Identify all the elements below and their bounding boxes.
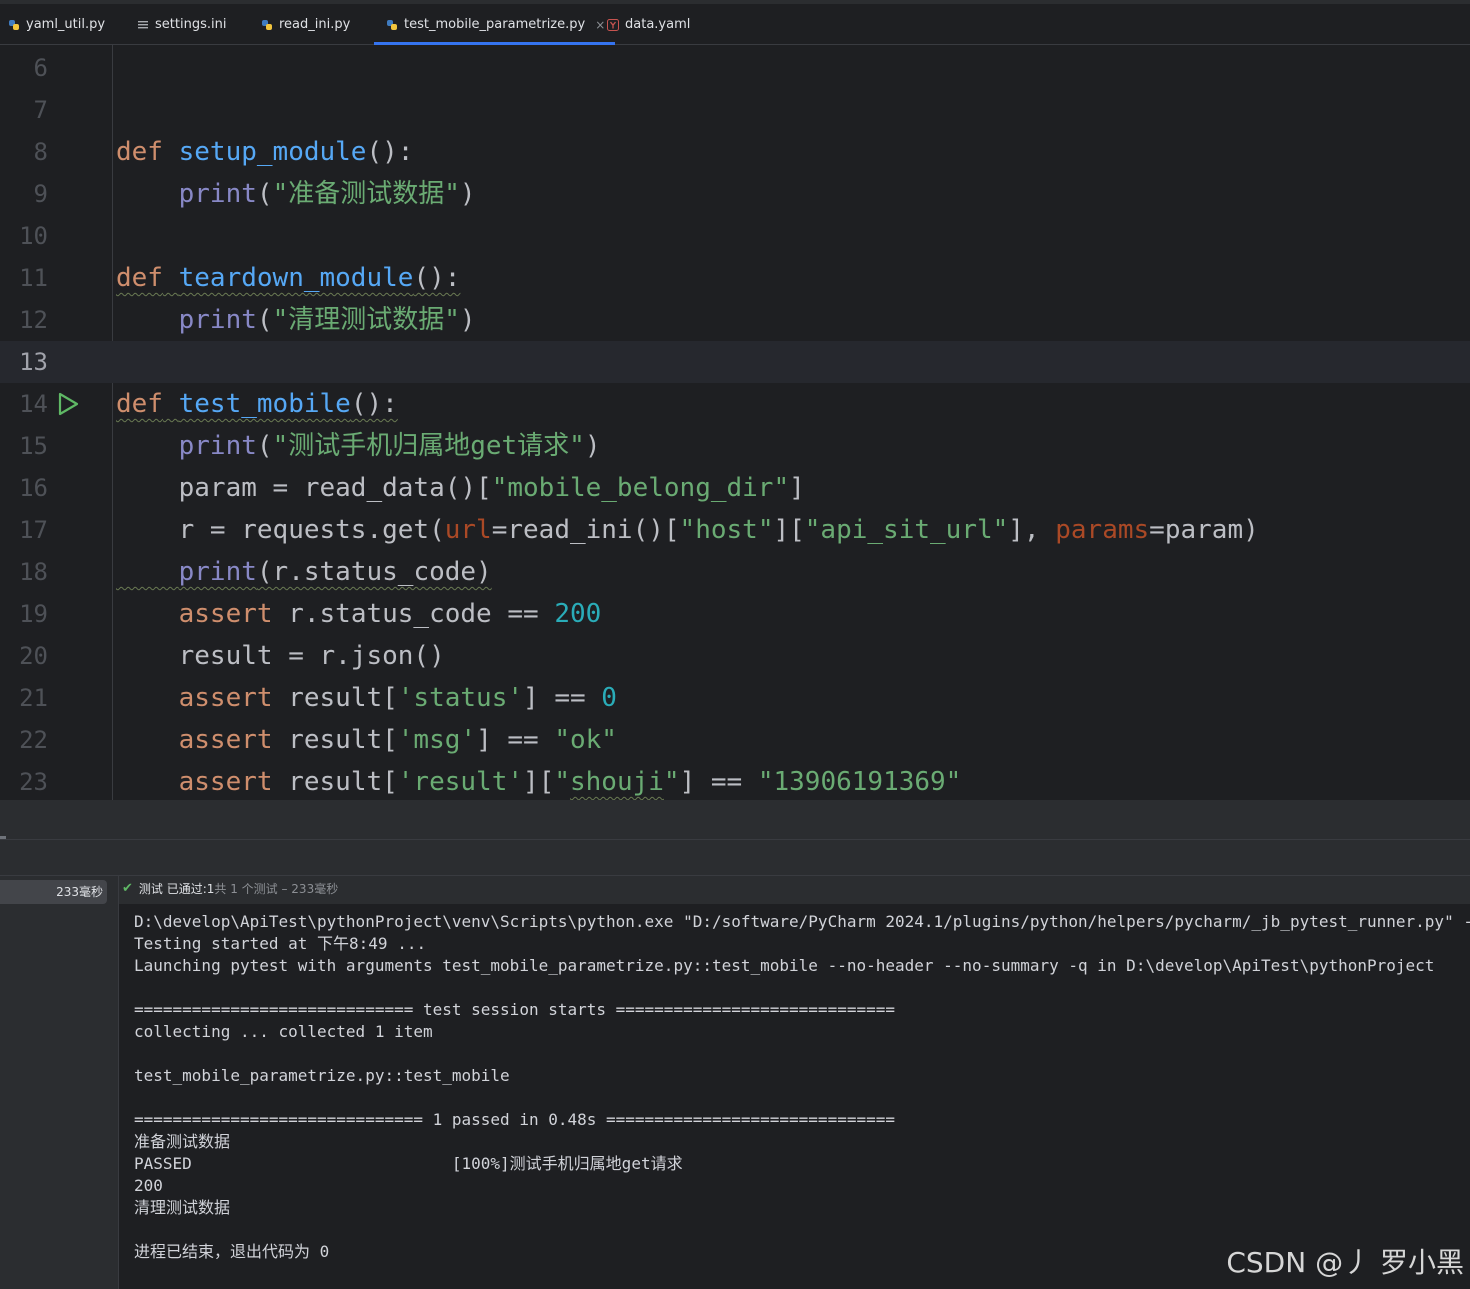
csdn-watermark: CSDN @丿 罗小黑 [1226, 1246, 1464, 1279]
line-number: 7 [33, 96, 48, 124]
line-number: 17 [19, 516, 48, 544]
line-number: 18 [19, 558, 48, 586]
code-text: def teardown_module(): [116, 263, 461, 293]
code-text: assert r.status_code == 200 [178, 599, 602, 629]
line-number: 22 [19, 726, 48, 754]
test-duration: 233毫秒 [56, 885, 103, 899]
tab-label: yaml_util.py [26, 17, 106, 32]
code-text: def setup_module(): [116, 137, 414, 167]
tab-label: test_mobile_parametrize.py [404, 17, 586, 32]
line-number: 15 [19, 432, 48, 460]
code-editor[interactable]: 6 7 8 def setup_module(): 9 print("准备测试数… [0, 45, 1470, 800]
code-line: 15 print("测试手机归属地get请求") [0, 425, 1470, 467]
code-text: assert result['msg'] == "ok" [178, 725, 617, 755]
code-text: print("准备测试数据") [178, 179, 476, 209]
console-line: Launching pytest with arguments test_mob… [134, 956, 1435, 975]
test-tree-item[interactable]: 233毫秒 [0, 880, 107, 904]
code-text: print("清理测试数据") [178, 305, 476, 335]
code-line: 12 print("清理测试数据") [0, 299, 1470, 341]
console-output[interactable]: D:\develop\ApiTest\pythonProject\venv\Sc… [119, 904, 1470, 1289]
line-number: 21 [19, 684, 48, 712]
ini-file-icon [138, 20, 148, 28]
console-line: ============================== 1 passed … [134, 1110, 895, 1129]
code-line: 20 result = r.json() [0, 635, 1470, 677]
console-line: 200 [134, 1176, 163, 1195]
console-line: PASSED [100%]测试手机归属地get请求 [134, 1154, 683, 1173]
python-icon [9, 19, 19, 30]
code-line: 8 def setup_module(): [0, 131, 1470, 173]
test-status-bar: ✔ 测试 已通过: 1 共 1 个测试 – 233毫秒 [122, 876, 338, 902]
code-line: 14 def test_mobile(): [0, 383, 1470, 425]
code-line: 23 assert result['result']["shouji"] == … [0, 761, 1470, 800]
code-line: 22 assert result['msg'] == "ok" [0, 719, 1470, 761]
code-text: print("测试手机归属地get请求") [178, 431, 601, 461]
code-line: 17 r = requests.get(url=read_ini()["host… [0, 509, 1470, 551]
tab-read-ini[interactable]: read_ini.py [261, 4, 350, 45]
code-text: def test_mobile(): [116, 389, 398, 419]
code-text: assert result['result']["shouji"] == "13… [178, 767, 962, 797]
code-line: 19 assert r.status_code == 200 [0, 593, 1470, 635]
run-test-icon[interactable] [56, 392, 80, 416]
close-icon[interactable]: × [595, 18, 605, 32]
line-number: 14 [19, 390, 48, 418]
tab-data-yaml[interactable]: data.yaml [607, 4, 690, 45]
code-line: 7 [0, 89, 1470, 131]
code-text: r = requests.get(url=read_ini()["host"][… [178, 515, 1259, 545]
console-line: 准备测试数据 [134, 1132, 231, 1151]
code-line: 18 print(r.status_code) [0, 551, 1470, 593]
run-tool-window: 233毫秒 ✔ 测试 已通过: 1 共 1 个测试 – 233毫秒 D:\dev… [0, 840, 1470, 1289]
line-number: 6 [33, 54, 48, 82]
code-text: result = r.json() [178, 641, 445, 671]
python-icon [262, 19, 272, 30]
code-line: 6 [0, 47, 1470, 89]
splitter-handle[interactable] [0, 836, 6, 839]
status-count: 1 [206, 882, 215, 896]
run-toolbar [0, 840, 1470, 876]
panel-splitter[interactable] [0, 800, 1470, 840]
tab-label: read_ini.py [279, 17, 351, 32]
code-text: assert result['status'] == 0 [178, 683, 617, 713]
tab-yaml-util[interactable]: yaml_util.py [8, 4, 105, 45]
line-number: 11 [19, 264, 48, 292]
code-text: param = read_data()["mobile_belong_dir"] [178, 473, 805, 503]
line-number: 9 [33, 180, 48, 208]
test-tree-panel: 233毫秒 [0, 876, 119, 1289]
check-icon: ✔ [122, 881, 133, 896]
console-line: 进程已结束，退出代码为 0 [134, 1242, 330, 1261]
console-line: ============================= test sessi… [134, 1000, 895, 1019]
line-number: 23 [19, 768, 48, 796]
line-number: 8 [33, 138, 48, 166]
line-number: 19 [19, 600, 48, 628]
console-line: test_mobile_parametrize.py::test_mobile [134, 1066, 510, 1085]
status-summary: 共 1 个测试 – 233毫秒 [214, 882, 339, 896]
code-line-current: 13 [0, 341, 1470, 383]
tab-label: data.yaml [625, 17, 691, 32]
line-number: 12 [19, 306, 48, 334]
python-icon [387, 19, 397, 30]
line-number: 13 [19, 348, 48, 376]
console-line: collecting ... collected 1 item [134, 1022, 433, 1041]
yaml-icon [607, 18, 619, 31]
tab-settings-ini[interactable]: settings.ini [137, 4, 226, 45]
code-line: 10 [0, 215, 1470, 257]
code-line: 11 def teardown_module(): [0, 257, 1470, 299]
code-line: 16 param = read_data()["mobile_belong_di… [0, 467, 1470, 509]
console-line: Testing started at 下午8:49 ... [134, 934, 427, 953]
editor-tab-bar: yaml_util.py settings.ini read_ini.py te… [0, 4, 1470, 45]
line-number: 10 [19, 222, 48, 250]
code-line: 21 assert result['status'] == 0 [0, 677, 1470, 719]
code-text: print(r.status_code) [178, 557, 492, 587]
tab-label: settings.ini [155, 17, 227, 32]
console-line: 清理测试数据 [134, 1198, 231, 1217]
line-number: 20 [19, 642, 48, 670]
code-line: 9 print("准备测试数据") [0, 173, 1470, 215]
console-line: D:\develop\ApiTest\pythonProject\venv\Sc… [134, 912, 1470, 931]
line-number: 16 [19, 474, 48, 502]
tab-test-mobile-parametrize[interactable]: test_mobile_parametrize.py × [373, 4, 616, 45]
status-prefix: 测试 已通过: [138, 882, 207, 896]
